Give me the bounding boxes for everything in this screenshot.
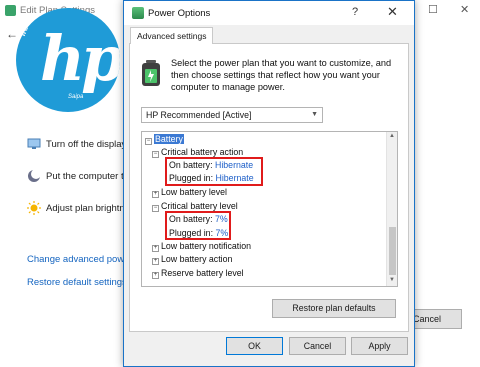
tree-scrollbar[interactable]: ▲ ▼ bbox=[386, 132, 397, 286]
sleep-label: Put the computer to bbox=[46, 171, 129, 182]
hp-logo: hp IRANIAN Saipa bbox=[16, 8, 120, 112]
tree-item-label: Battery bbox=[154, 134, 184, 144]
expand-icon[interactable]: + bbox=[152, 245, 159, 252]
tree-item-label: Low battery level bbox=[161, 187, 228, 197]
collapse-icon[interactable]: − bbox=[152, 151, 159, 158]
battery-icon bbox=[142, 60, 160, 86]
power-plan-dropdown[interactable]: HP Recommended [Active] ▼ bbox=[141, 107, 323, 123]
dialog-title: Power Options bbox=[148, 8, 211, 19]
change-advanced-power-link[interactable]: Change advanced powe bbox=[27, 254, 129, 265]
tree-item-label: Low battery action bbox=[161, 254, 233, 264]
tree-item-label: Reserve battery level bbox=[161, 268, 244, 278]
apply-button[interactable]: Apply bbox=[351, 337, 408, 355]
intro-text: Select the power plan that you want to c… bbox=[171, 58, 392, 92]
highlight-box-percent bbox=[165, 211, 231, 240]
dialog-titlebar: Power Options ? ✕ bbox=[124, 1, 414, 25]
power-plan-selected: HP Recommended [Active] bbox=[146, 110, 252, 120]
tree-item-low-battery-level[interactable]: + Low battery level bbox=[152, 187, 227, 198]
tree-item-label: Low battery notification bbox=[161, 241, 251, 251]
power-options-dialog: Power Options ? ✕ Advanced settings Sele… bbox=[123, 0, 415, 367]
turn-off-display-label: Turn off the display: bbox=[46, 139, 129, 150]
tab-advanced-settings[interactable]: Advanced settings bbox=[130, 27, 214, 44]
power-options-icon bbox=[132, 7, 144, 19]
expand-icon[interactable]: + bbox=[152, 191, 159, 198]
help-button[interactable]: ? bbox=[352, 6, 358, 18]
cancel-button[interactable]: Cancel bbox=[289, 337, 346, 355]
expand-icon[interactable]: + bbox=[152, 272, 159, 279]
restore-plan-defaults-button[interactable]: Restore plan defaults bbox=[272, 299, 396, 318]
power-plan-icon bbox=[5, 5, 16, 16]
sun-icon bbox=[27, 201, 41, 215]
scroll-down-icon[interactable]: ▼ bbox=[389, 277, 395, 283]
scroll-up-icon[interactable]: ▲ bbox=[389, 133, 395, 139]
chevron-down-icon: ▼ bbox=[311, 111, 318, 118]
restore-default-settings-link[interactable]: Restore default settings f bbox=[27, 277, 132, 288]
moon-icon bbox=[28, 169, 41, 182]
collapse-icon[interactable]: − bbox=[145, 138, 152, 145]
ok-button[interactable]: OK bbox=[226, 337, 283, 355]
maximize-button[interactable]: ☐ bbox=[428, 3, 438, 16]
tree-item-reserve-battery-level[interactable]: + Reserve battery level bbox=[152, 268, 244, 279]
scrollbar-thumb[interactable] bbox=[389, 227, 396, 275]
tree-item-low-battery-action[interactable]: + Low battery action bbox=[152, 254, 232, 265]
hp-logo-text: hp bbox=[40, 22, 120, 95]
tree-item-label: Critical battery action bbox=[161, 147, 244, 157]
expand-icon[interactable]: + bbox=[152, 258, 159, 265]
close-button[interactable]: ✕ bbox=[460, 3, 469, 16]
hp-logo-subtext: Saipa bbox=[68, 94, 84, 100]
tree-item-battery[interactable]: − Battery bbox=[145, 134, 184, 145]
monitor-icon bbox=[27, 138, 41, 149]
highlight-box-hibernate bbox=[165, 157, 263, 186]
dialog-close-button[interactable]: ✕ bbox=[387, 4, 398, 20]
back-arrow-icon[interactable]: ← bbox=[6, 27, 18, 41]
tree-item-label: Critical battery level bbox=[161, 201, 238, 211]
collapse-icon[interactable]: − bbox=[152, 205, 159, 212]
tree-item-low-battery-notification[interactable]: + Low battery notification bbox=[152, 241, 251, 252]
settings-tree[interactable]: − Battery − Critical battery action On bat… bbox=[141, 131, 398, 287]
brightness-label: Adjust plan brightne bbox=[46, 203, 130, 214]
